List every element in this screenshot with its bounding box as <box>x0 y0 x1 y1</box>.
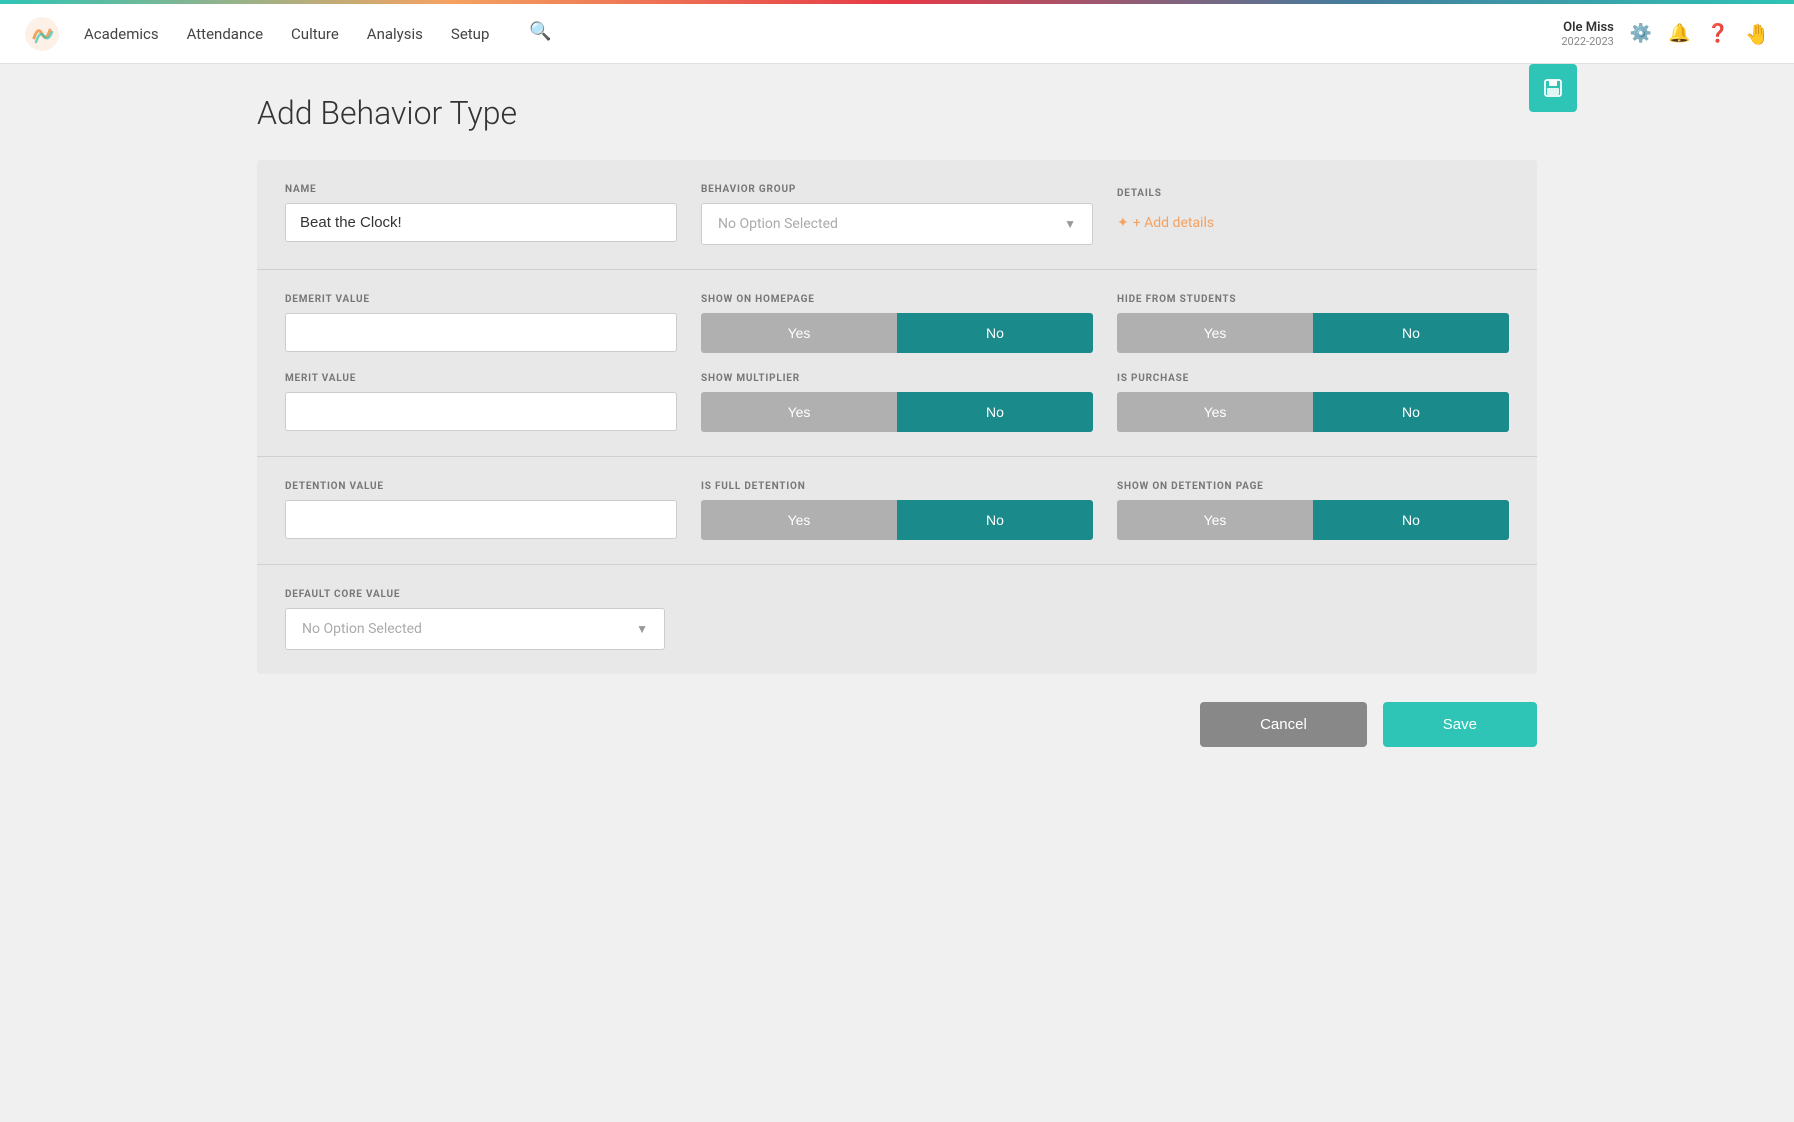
show-detention-page-no-button[interactable]: No <box>1313 500 1509 540</box>
nav-user-year: 2022-2023 <box>1561 35 1614 48</box>
merit-label: MERIT VALUE <box>285 373 677 384</box>
default-core-field-group: DEFAULT CORE VALUE No Option Selected ▼ <box>285 589 665 650</box>
show-multiplier-toggle: Yes No <box>701 392 1093 432</box>
name-label: NAME <box>285 184 677 195</box>
nav-attendance[interactable]: Attendance <box>187 21 263 47</box>
show-detention-page-toggle: Yes No <box>1117 500 1509 540</box>
is-purchase-field-group: IS PURCHASE Yes No <box>1117 373 1509 432</box>
nav-culture[interactable]: Culture <box>291 21 339 47</box>
default-core-label: DEFAULT CORE VALUE <box>285 589 665 600</box>
add-details-text: + Add details <box>1133 215 1214 231</box>
section-core: DEFAULT CORE VALUE No Option Selected ▼ <box>257 565 1537 674</box>
behavior-group-value: No Option Selected <box>718 216 838 232</box>
core-spacer-1 <box>689 589 1087 650</box>
show-homepage-toggle: Yes No <box>701 313 1093 353</box>
form-card: NAME BEHAVIOR GROUP No Option Selected ▼ <box>257 160 1537 674</box>
nav-right: Ole Miss 2022-2023 ⚙️ 🔔 ❓ 🤚 <box>1561 20 1770 48</box>
show-homepage-label: SHOW ON HOMEPAGE <box>701 294 1093 305</box>
is-purchase-toggle: Yes No <box>1117 392 1509 432</box>
default-core-select-wrapper: No Option Selected ▼ <box>285 608 665 650</box>
plus-icon: ✦ <box>1117 215 1129 231</box>
show-detention-page-yes-button[interactable]: Yes <box>1117 500 1313 540</box>
is-purchase-yes-button[interactable]: Yes <box>1117 392 1313 432</box>
chevron-down-icon: ▼ <box>1064 217 1076 231</box>
merit-field-group: MERIT VALUE <box>285 373 677 432</box>
behavior-group-select-wrapper: No Option Selected ▼ <box>701 203 1093 245</box>
show-detention-page-label: SHOW ON DETENTION PAGE <box>1117 481 1509 492</box>
chevron-down-icon: ▼ <box>636 622 648 636</box>
top-save-button[interactable] <box>1529 64 1577 112</box>
name-field-group: NAME <box>285 184 677 245</box>
add-details-link[interactable]: ✦ + Add details <box>1117 207 1509 231</box>
middle-row-2: MERIT VALUE SHOW MULTIPLIER Yes No IS PU… <box>285 373 1509 432</box>
is-full-detention-field-group: IS FULL DETENTION Yes No <box>701 481 1093 540</box>
nav-setup[interactable]: Setup <box>451 21 489 47</box>
show-detention-page-field-group: SHOW ON DETENTION PAGE Yes No <box>1117 481 1509 540</box>
gear-icon[interactable]: ⚙️ <box>1630 23 1652 44</box>
show-multiplier-label: SHOW MULTIPLIER <box>701 373 1093 384</box>
behavior-group-select[interactable]: No Option Selected ▼ <box>701 203 1093 245</box>
hide-students-yes-button[interactable]: Yes <box>1117 313 1313 353</box>
logo[interactable] <box>24 16 60 52</box>
middle-row-1: DEMERIT VALUE SHOW ON HOMEPAGE Yes No HI… <box>285 294 1509 353</box>
nav-academics[interactable]: Academics <box>84 21 159 47</box>
hide-students-no-button[interactable]: No <box>1313 313 1509 353</box>
hide-students-toggle: Yes No <box>1117 313 1509 353</box>
help-icon[interactable]: ❓ <box>1707 23 1729 44</box>
page-title: Add Behavior Type <box>257 94 1537 132</box>
navbar: Academics Attendance Culture Analysis Se… <box>0 4 1794 64</box>
name-input[interactable] <box>285 203 677 242</box>
notification-icon[interactable]: 🔔 <box>1668 23 1690 44</box>
show-multiplier-yes-button[interactable]: Yes <box>701 392 897 432</box>
hide-students-field-group: HIDE FROM STUDENTS Yes No <box>1117 294 1509 353</box>
behavior-group-field-group: BEHAVIOR GROUP No Option Selected ▼ <box>701 184 1093 245</box>
detention-row: DETENTION VALUE IS FULL DETENTION Yes No… <box>285 481 1509 540</box>
main-content: Add Behavior Type NAME BEHAVIOR GROUP No… <box>217 64 1577 787</box>
demerit-field-group: DEMERIT VALUE <box>285 294 677 353</box>
detention-value-label: DETENTION VALUE <box>285 481 677 492</box>
behavior-group-label: BEHAVIOR GROUP <box>701 184 1093 195</box>
default-core-value: No Option Selected <box>302 621 422 637</box>
details-field-group: DETAILS ✦ + Add details <box>1117 184 1509 245</box>
nav-analysis[interactable]: Analysis <box>367 21 423 47</box>
is-full-detention-toggle: Yes No <box>701 500 1093 540</box>
show-homepage-yes-button[interactable]: Yes <box>701 313 897 353</box>
show-homepage-no-button[interactable]: No <box>897 313 1093 353</box>
merit-input[interactable] <box>285 392 677 431</box>
is-purchase-no-button[interactable]: No <box>1313 392 1509 432</box>
show-homepage-field-group: SHOW ON HOMEPAGE Yes No <box>701 294 1093 353</box>
show-multiplier-field-group: SHOW MULTIPLIER Yes No <box>701 373 1093 432</box>
core-row: DEFAULT CORE VALUE No Option Selected ▼ <box>285 589 1509 650</box>
is-full-detention-yes-button[interactable]: Yes <box>701 500 897 540</box>
details-label: DETAILS <box>1117 188 1509 199</box>
top-row: NAME BEHAVIOR GROUP No Option Selected ▼ <box>285 184 1509 245</box>
nav-links: Academics Attendance Culture Analysis Se… <box>84 21 1561 47</box>
nav-user-info: Ole Miss 2022-2023 <box>1561 20 1614 48</box>
is-full-detention-label: IS FULL DETENTION <box>701 481 1093 492</box>
nav-user-name: Ole Miss <box>1561 20 1614 35</box>
show-multiplier-no-button[interactable]: No <box>897 392 1093 432</box>
search-icon[interactable]: 🔍 <box>529 21 551 47</box>
detention-value-field-group: DETENTION VALUE <box>285 481 677 540</box>
detention-value-input[interactable] <box>285 500 677 539</box>
demerit-input[interactable] <box>285 313 677 352</box>
hide-students-label: HIDE FROM STUDENTS <box>1117 294 1509 305</box>
save-button[interactable]: Save <box>1383 702 1537 747</box>
section-middle: DEMERIT VALUE SHOW ON HOMEPAGE Yes No HI… <box>257 270 1537 457</box>
core-spacer-2 <box>1111 589 1509 650</box>
bottom-actions: Cancel Save <box>257 702 1537 747</box>
cancel-button[interactable]: Cancel <box>1200 702 1367 747</box>
hand-icon[interactable]: 🤚 <box>1745 22 1770 46</box>
is-purchase-label: IS PURCHASE <box>1117 373 1509 384</box>
demerit-label: DEMERIT VALUE <box>285 294 677 305</box>
default-core-select[interactable]: No Option Selected ▼ <box>285 608 665 650</box>
is-full-detention-no-button[interactable]: No <box>897 500 1093 540</box>
section-top: NAME BEHAVIOR GROUP No Option Selected ▼ <box>257 160 1537 270</box>
section-detention: DETENTION VALUE IS FULL DETENTION Yes No… <box>257 457 1537 565</box>
